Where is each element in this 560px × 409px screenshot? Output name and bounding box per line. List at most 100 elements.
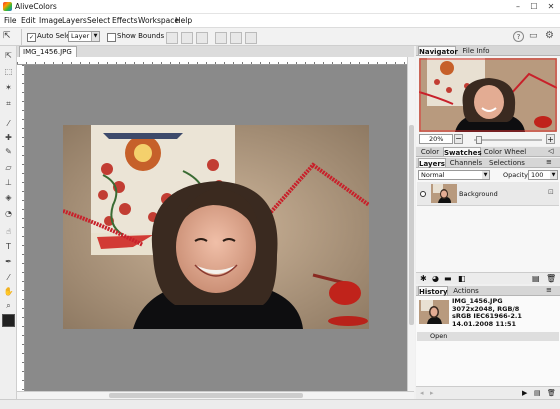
maximize-icon[interactable]: ☐ <box>529 2 539 12</box>
adjustment-icon[interactable]: ◧ <box>458 274 466 283</box>
history-tabs: History Actions ≡ <box>416 286 560 296</box>
marquee-tool-icon[interactable]: ⬚ <box>3 66 14 77</box>
tab-selections[interactable]: Selections <box>486 158 528 167</box>
menu-edit[interactable]: Edit <box>21 16 36 25</box>
canvas-area[interactable] <box>25 65 407 391</box>
blend-mode-select[interactable]: Normal ▼ <box>418 170 490 180</box>
text-tool-icon[interactable]: T <box>3 241 14 252</box>
smudge-tool-icon[interactable]: ☝ <box>3 226 14 237</box>
history-item[interactable]: Open <box>417 332 559 341</box>
healing-tool-icon[interactable]: ✚ <box>3 132 14 143</box>
vertical-ruler <box>17 65 25 391</box>
menu-select[interactable]: Select <box>87 16 110 25</box>
gear-icon[interactable]: ⚙ <box>545 30 554 41</box>
trash-icon[interactable]: 🗑 <box>546 274 556 283</box>
menu-effects[interactable]: Effects <box>112 16 138 25</box>
title-bar: AliveColors – ☐ ✕ <box>0 0 560 14</box>
tab-layers[interactable]: Layers <box>418 158 446 168</box>
align-right-icon[interactable] <box>196 32 208 44</box>
target-select[interactable]: Layer ▼ <box>68 31 100 42</box>
divider <box>21 29 22 45</box>
menu-image[interactable]: Image <box>39 16 63 25</box>
new-layer-icon[interactable]: ▤ <box>532 274 540 283</box>
crop-tool-icon[interactable]: ⌗ <box>3 98 14 109</box>
menu-workspace[interactable]: Workspace <box>138 16 179 25</box>
magic-wand-tool-icon[interactable]: ✶ <box>3 82 14 93</box>
align-top-icon[interactable] <box>215 32 227 44</box>
layer-thumbnail <box>431 184 457 203</box>
help-icon[interactable]: ? <box>513 31 524 42</box>
stamp-tool-icon[interactable]: ⊥ <box>3 177 14 188</box>
minimize-icon[interactable]: – <box>513 2 523 12</box>
color-picker-tool-icon[interactable]: ⁄ <box>3 272 14 283</box>
play-icon[interactable]: ▶ <box>522 389 527 397</box>
auto-select-checkbox[interactable]: ✓ <box>27 32 36 42</box>
show-bounds-checkbox[interactable] <box>107 32 116 42</box>
mask-icon[interactable]: ◕ <box>432 274 439 283</box>
pen-tool-icon[interactable]: ✒ <box>3 256 14 267</box>
panel-menu-icon[interactable]: ≡ <box>546 286 552 294</box>
snapshot-datetime: 14.01.2008 11:51 <box>452 319 517 328</box>
align-middle-icon[interactable] <box>230 32 242 44</box>
tab-actions[interactable]: Actions <box>449 286 483 295</box>
eye-icon[interactable] <box>420 191 426 197</box>
zoom-field[interactable]: 20% <box>419 134 453 144</box>
opacity-field[interactable]: 100 ▼ <box>528 170 558 180</box>
trash-icon[interactable]: 🗑 <box>547 389 556 397</box>
tab-file-info[interactable]: File Info <box>458 46 494 55</box>
layers-footer: ✱ ◕ ▬ ◧ ▤ 🗑 <box>416 272 560 284</box>
vertical-scroll-thumb[interactable] <box>409 125 414 325</box>
tab-navigator[interactable]: Navigator <box>418 46 458 56</box>
effects-icon[interactable]: ✱ <box>420 274 427 283</box>
horizontal-ruler <box>17 57 407 65</box>
blur-tool-icon[interactable]: ◔ <box>3 208 14 219</box>
zoom-out-icon[interactable]: − <box>454 134 463 144</box>
move-tool-preset-icon[interactable]: ⇱ <box>3 31 15 43</box>
history-snapshot-thumbnail[interactable] <box>419 300 449 324</box>
menu-file[interactable]: File <box>4 16 17 25</box>
lock-icon[interactable]: ⊡ <box>548 188 554 196</box>
eraser-tool-icon[interactable]: ▱ <box>3 162 14 173</box>
collapse-icon[interactable]: ◁ <box>548 147 553 155</box>
redo-icon[interactable]: ▸ <box>430 389 434 397</box>
foreground-color-swatch[interactable] <box>2 314 15 327</box>
panel-menu-icon[interactable]: ≡ <box>546 158 552 166</box>
tab-color[interactable]: Color <box>418 147 442 156</box>
menu-help[interactable]: Help <box>175 16 192 25</box>
zoom-slider-handle[interactable] <box>476 136 482 144</box>
menu-layers[interactable]: Layers <box>62 16 87 25</box>
horizontal-scroll-thumb[interactable] <box>109 393 303 398</box>
layer-row-background[interactable]: Background ⊡ <box>417 182 559 206</box>
folder-icon[interactable]: ▬ <box>444 274 452 283</box>
new-snapshot-icon[interactable]: ▤ <box>534 389 541 397</box>
tab-channels[interactable]: Channels <box>447 158 485 167</box>
chat-icon[interactable]: ▭ <box>529 31 538 41</box>
align-center-icon[interactable] <box>181 32 193 44</box>
tab-color-wheel[interactable]: Color Wheel <box>482 147 528 156</box>
close-icon[interactable]: ✕ <box>546 2 556 12</box>
hand-tool-icon[interactable]: ✋ <box>3 286 14 297</box>
tab-history[interactable]: History <box>418 286 448 296</box>
navigator-thumbnail[interactable] <box>419 58 557 132</box>
tool-bar: ⇱ ⬚ ✶ ⌗ ⁄ ✚ ✎ ▱ ⊥ ◈ ◔ ☝ T ✒ ⁄ ✋ ⌕ <box>0 46 17 409</box>
horizontal-scrollbar[interactable] <box>17 391 414 399</box>
zoom-in-icon[interactable]: + <box>546 134 555 144</box>
navigator-tabs: Navigator File Info <box>416 46 560 56</box>
move-tool-icon[interactable]: ⇱ <box>3 50 14 61</box>
fill-tool-icon[interactable]: ◈ <box>3 192 14 203</box>
eyedropper-tool-icon[interactable]: ⁄ <box>3 118 14 129</box>
document-image[interactable] <box>63 125 369 329</box>
tab-swatches[interactable]: Swatches <box>443 147 482 157</box>
target-select-value: Layer <box>71 32 90 40</box>
document-tab[interactable]: IMG_1456.JPG <box>19 46 77 57</box>
vertical-scrollbar[interactable] <box>407 57 415 391</box>
zoom-slider[interactable] <box>474 139 542 141</box>
align-bottom-icon[interactable] <box>245 32 257 44</box>
brush-tool-icon[interactable]: ✎ <box>3 146 14 157</box>
align-left-icon[interactable] <box>166 32 178 44</box>
undo-icon[interactable]: ◂ <box>420 389 424 397</box>
show-bounds-label: Show Bounds <box>117 32 165 40</box>
chevron-down-icon: ▼ <box>550 171 557 179</box>
status-bar <box>0 399 560 409</box>
zoom-tool-icon[interactable]: ⌕ <box>3 300 14 311</box>
